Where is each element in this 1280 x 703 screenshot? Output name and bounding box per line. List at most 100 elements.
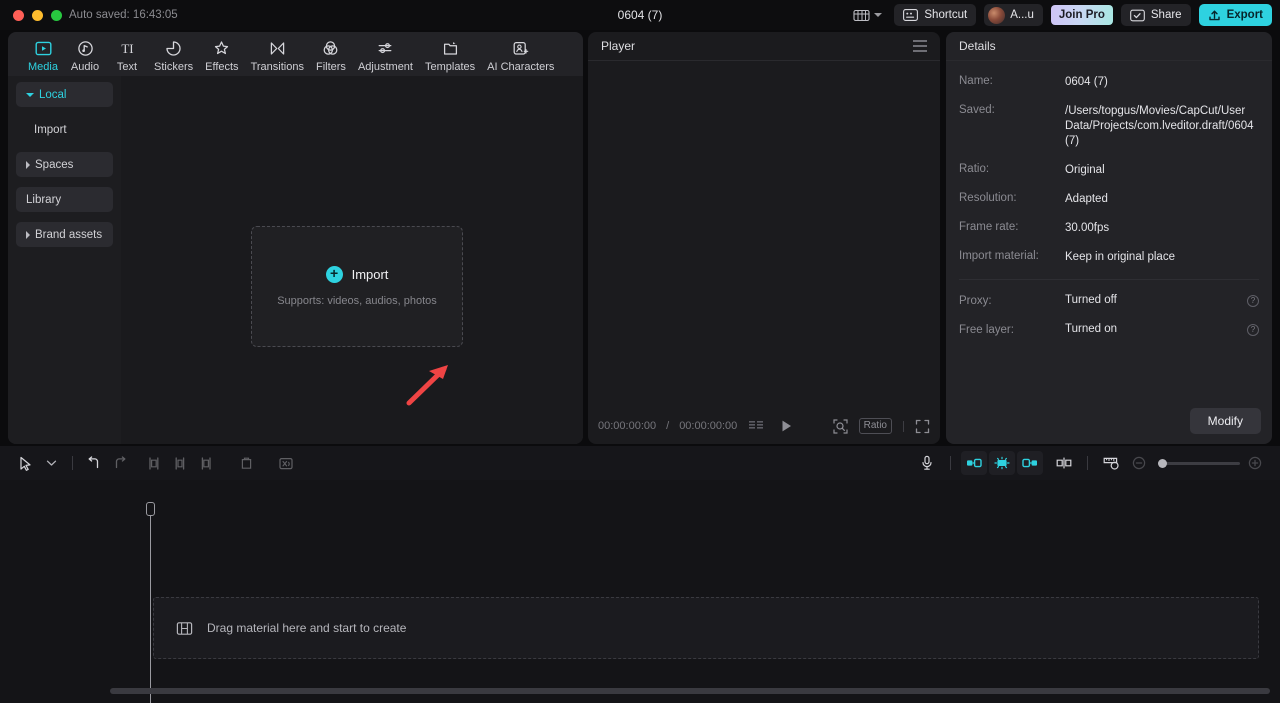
share-button[interactable]: Share bbox=[1120, 4, 1191, 26]
details-value[interactable]: Turned off bbox=[1065, 293, 1247, 308]
timeline-ruler[interactable] bbox=[0, 480, 1280, 500]
timeline-tracks[interactable]: Drag material here and start to create bbox=[153, 597, 1259, 659]
import-dropzone[interactable]: + Import Supports: videos, audios, photo… bbox=[251, 226, 463, 347]
select-cursor-icon[interactable] bbox=[12, 451, 38, 475]
filters-circles-icon bbox=[321, 39, 340, 58]
tab-ai-characters[interactable]: AI Characters bbox=[481, 36, 560, 73]
modify-button[interactable]: Modify bbox=[1189, 408, 1261, 434]
timeline-area[interactable]: Drag material here and start to create bbox=[0, 480, 1280, 703]
import-action[interactable]: + Import bbox=[325, 266, 389, 283]
redo-icon[interactable] bbox=[107, 451, 133, 475]
chevron-down-icon bbox=[26, 92, 34, 97]
hamburger-menu-icon[interactable] bbox=[913, 40, 927, 52]
details-value: 30.00fps bbox=[1065, 222, 1110, 234]
tab-filters-label: Filters bbox=[315, 61, 346, 73]
film-strip-icon bbox=[176, 621, 193, 636]
export-label: Export bbox=[1226, 9, 1263, 21]
player-right-controls: Ratio bbox=[833, 418, 930, 434]
zoom-slider-track[interactable] bbox=[1158, 458, 1240, 468]
export-upload-icon bbox=[1208, 9, 1221, 22]
details-key: Free layer: bbox=[959, 323, 1014, 336]
sidebar-item-library-label: Library bbox=[26, 193, 62, 206]
tab-media[interactable]: Media bbox=[22, 36, 64, 73]
track-dropzone[interactable]: Drag material here and start to create bbox=[153, 597, 1259, 659]
split-icon[interactable] bbox=[167, 451, 193, 475]
export-button[interactable]: Export bbox=[1198, 4, 1272, 26]
maximize-window-button[interactable] bbox=[51, 9, 62, 21]
account-button[interactable]: A...u bbox=[984, 4, 1043, 26]
details-row-import-material: Import material: Keep in original place bbox=[959, 250, 1259, 265]
sidebar-item-spaces[interactable]: Spaces bbox=[16, 152, 113, 177]
cursor-dropdown-chevron-down-icon[interactable] bbox=[38, 451, 64, 475]
tab-effects[interactable]: Effects bbox=[199, 36, 244, 73]
microphone-icon[interactable] bbox=[914, 451, 940, 475]
effects-sparkle-icon bbox=[212, 39, 231, 58]
playhead[interactable] bbox=[146, 502, 155, 703]
player-stage[interactable] bbox=[588, 61, 940, 408]
details-value[interactable]: Turned on bbox=[1065, 322, 1247, 337]
sidebar-item-brand-assets[interactable]: Brand assets bbox=[16, 222, 113, 247]
details-header: Details bbox=[946, 32, 1272, 61]
close-window-button[interactable] bbox=[13, 9, 24, 21]
templates-folder-icon bbox=[441, 39, 460, 58]
media-play-icon bbox=[34, 39, 53, 58]
quality-bars-icon[interactable] bbox=[749, 420, 764, 432]
text-ti-icon: TI bbox=[118, 39, 137, 58]
sidebar-item-library[interactable]: Library bbox=[16, 187, 113, 212]
divider bbox=[959, 279, 1259, 280]
playhead-handle[interactable] bbox=[146, 502, 155, 516]
details-key: Saved: bbox=[959, 104, 995, 116]
minimize-window-button[interactable] bbox=[32, 9, 43, 21]
details-row-free-layer: Free layer: Turned on ? bbox=[959, 322, 1259, 337]
sidebar-item-local[interactable]: Local bbox=[16, 82, 113, 107]
sidebar-item-import[interactable]: Import bbox=[16, 117, 113, 142]
mute-audio-icon[interactable] bbox=[273, 451, 299, 475]
split-left-icon[interactable] bbox=[141, 451, 167, 475]
undo-icon[interactable] bbox=[81, 451, 107, 475]
audio-note-icon bbox=[76, 39, 95, 58]
sticker-icon bbox=[164, 39, 183, 58]
keyboard-layout-selector[interactable] bbox=[849, 7, 886, 24]
adjustment-sliders-icon bbox=[376, 39, 395, 58]
shortcut-button[interactable]: Shortcut bbox=[894, 4, 977, 26]
play-icon[interactable] bbox=[780, 419, 793, 433]
account-label: A...u bbox=[1010, 9, 1034, 21]
join-pro-button[interactable]: Join Pro bbox=[1050, 5, 1113, 25]
keyframe-ruler-icon[interactable] bbox=[1098, 451, 1124, 475]
import-label: Import bbox=[351, 267, 389, 282]
help-icon[interactable]: ? bbox=[1247, 323, 1259, 336]
tab-templates[interactable]: Templates bbox=[419, 36, 481, 73]
details-key: Name: bbox=[959, 75, 993, 87]
delete-trash-icon[interactable] bbox=[233, 451, 259, 475]
clip-left-icon[interactable] bbox=[961, 451, 987, 475]
ratio-button[interactable]: Ratio bbox=[858, 418, 892, 434]
sidebar-item-import-label: Import bbox=[34, 123, 67, 136]
timeline-zoom-slider[interactable] bbox=[1158, 458, 1240, 468]
tab-filters[interactable]: Filters bbox=[310, 36, 352, 73]
clip-right-icon[interactable] bbox=[1017, 451, 1043, 475]
tab-ai-characters-label: AI Characters bbox=[487, 61, 555, 73]
window-controls[interactable] bbox=[13, 9, 62, 21]
modify-button-wrap: Modify bbox=[1189, 408, 1261, 434]
zoom-in-icon[interactable] bbox=[1242, 451, 1268, 475]
timeline-horizontal-scrollbar[interactable] bbox=[110, 688, 1270, 694]
annotation-arrow bbox=[404, 362, 456, 411]
tab-text[interactable]: TI Text bbox=[106, 36, 148, 73]
details-value: Keep in original place bbox=[1065, 251, 1175, 263]
player-title: Player bbox=[601, 39, 636, 53]
split-right-icon[interactable] bbox=[193, 451, 219, 475]
share-label: Share bbox=[1150, 9, 1182, 21]
title-bar: Auto saved: 16:43:05 0604 (7) Shortcut A… bbox=[0, 0, 1280, 30]
player-panel: Player 00:00:00:00 / 00:00:00:00 Ratio bbox=[588, 32, 940, 444]
split-clip-icon[interactable] bbox=[1051, 451, 1077, 475]
fullscreen-icon[interactable] bbox=[915, 419, 930, 434]
crop-focus-icon[interactable] bbox=[833, 418, 848, 434]
tab-stickers[interactable]: Stickers bbox=[148, 36, 199, 73]
clip-center-icon[interactable] bbox=[989, 451, 1015, 475]
help-icon[interactable]: ? bbox=[1247, 294, 1259, 307]
zoom-out-icon[interactable] bbox=[1126, 451, 1152, 475]
tab-adjustment[interactable]: Adjustment bbox=[352, 36, 419, 73]
tab-transitions[interactable]: Transitions bbox=[245, 36, 310, 73]
tab-audio[interactable]: Audio bbox=[64, 36, 106, 73]
zoom-slider-knob[interactable] bbox=[1158, 458, 1167, 468]
